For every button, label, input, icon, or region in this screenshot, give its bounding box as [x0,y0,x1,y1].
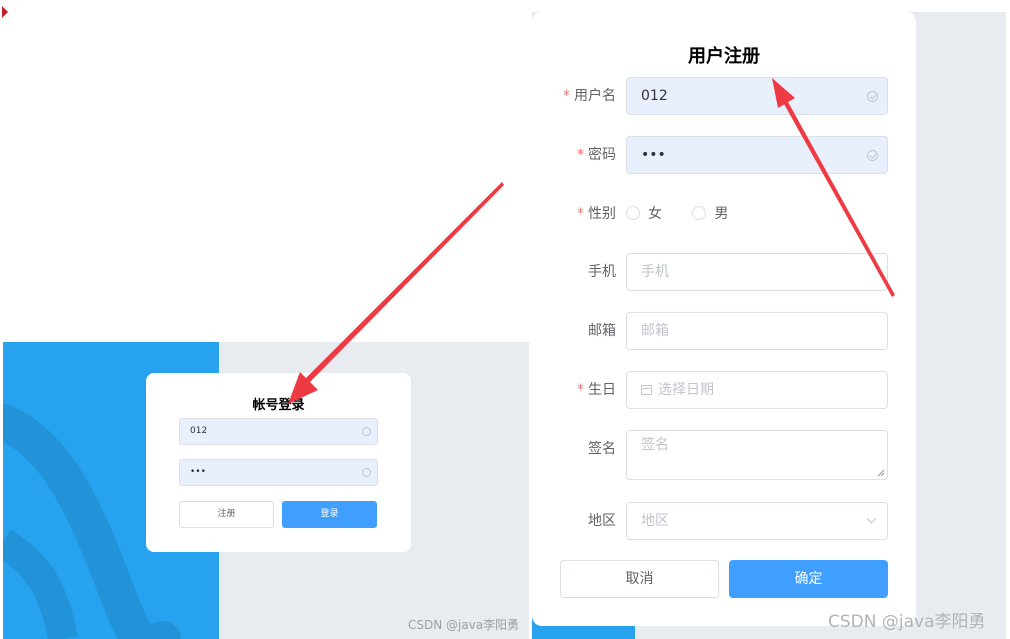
confirm-button[interactable]: 确定 [729,560,888,598]
cancel-button[interactable]: 取消 [560,560,719,598]
required-mark: * [563,88,570,104]
gender-radio-male[interactable]: 男 [692,195,728,233]
login-submit-button[interactable]: 登录 [282,501,377,528]
resize-grip-icon[interactable] [877,469,885,477]
birthday-date-picker[interactable]: 选择日期 [626,371,888,409]
gender-label: * 性别 [577,195,616,233]
username-label-text: 用户名 [574,88,616,104]
radio-circle-icon [626,206,640,220]
form-row-birthday: * 生日 选择日期 [532,371,916,409]
chevron-down-icon [866,513,877,524]
gender-option-female: 女 [648,206,662,222]
email-label: 邮箱 [588,323,616,339]
calendar-icon [641,385,652,395]
region-label: 地区 [588,513,616,529]
password-label: * 密码 [577,136,616,174]
phone-input[interactable]: 手机 [626,253,888,291]
register-title-text: 用户注册 [688,46,760,67]
form-row-signature: 签名 签名 [532,430,916,480]
birthday-placeholder: 选择日期 [658,382,714,398]
form-row-gender: * 性别 女 男 [532,195,916,233]
radio-circle-icon [692,206,707,220]
birthday-label-text: 生日 [588,382,616,398]
gender-option-male: 男 [714,206,729,222]
form-row-password: * 密码 ••• [532,136,916,174]
watermark-left: CSDN @java李阳勇 [408,618,520,632]
form-row-email: 邮箱 邮箱 [532,312,916,350]
gender-radio-group: 女 男 [626,195,754,233]
signature-label: 签名 [588,441,616,457]
required-mark: * [577,147,584,163]
required-mark: * [577,206,584,222]
password-value: ••• [641,147,666,163]
gender-radio-female[interactable]: 女 [626,195,662,233]
check-circle-icon [867,150,878,161]
signature-textarea[interactable]: 签名 [626,430,888,480]
check-circle-icon [867,91,878,102]
login-username-value: 012 [190,426,208,436]
login-register-button[interactable]: 注册 [179,501,274,528]
phone-placeholder: 手机 [641,264,669,280]
email-placeholder: 邮箱 [641,323,669,339]
corner-marker [2,6,8,18]
register-title: 用户注册 [532,42,916,68]
signature-placeholder: 签名 [641,437,669,453]
form-row-region: 地区 地区 [532,502,916,540]
watermark-right: CSDN @java李阳勇 [828,612,986,632]
gender-label-text: 性别 [588,206,616,222]
region-select[interactable]: 地区 [626,502,888,540]
login-username-input[interactable]: 012 [179,418,378,445]
password-input[interactable]: ••• [626,136,888,174]
region-placeholder: 地区 [641,513,669,529]
check-circle-icon [362,427,371,436]
login-password-value: ••• [190,467,206,477]
birthday-label: * 生日 [577,371,616,409]
username-value: 012 [641,88,668,104]
form-row-phone: 手机 手机 [532,253,916,291]
form-row-username: * 用户名 012 [532,77,916,115]
login-password-input[interactable]: ••• [179,459,378,486]
username-input[interactable]: 012 [626,77,888,115]
register-card: 用户注册 * 用户名 012 * 密码 ••• * 性别 女 男 手机 手机 邮箱 邮… [532,12,916,626]
check-circle-icon [362,468,371,477]
login-title: 帐号登录 [252,398,305,413]
email-input[interactable]: 邮箱 [626,312,888,350]
required-mark: * [577,382,584,398]
login-card: 帐号登录 012 ••• 注册 登录 [146,373,411,552]
phone-label: 手机 [588,264,616,280]
username-label: * 用户名 [563,77,616,115]
password-label-text: 密码 [588,147,616,163]
login-screenshot: 帐号登录 012 ••• 注册 登录 CSDN @java李阳勇 [0,0,530,639]
